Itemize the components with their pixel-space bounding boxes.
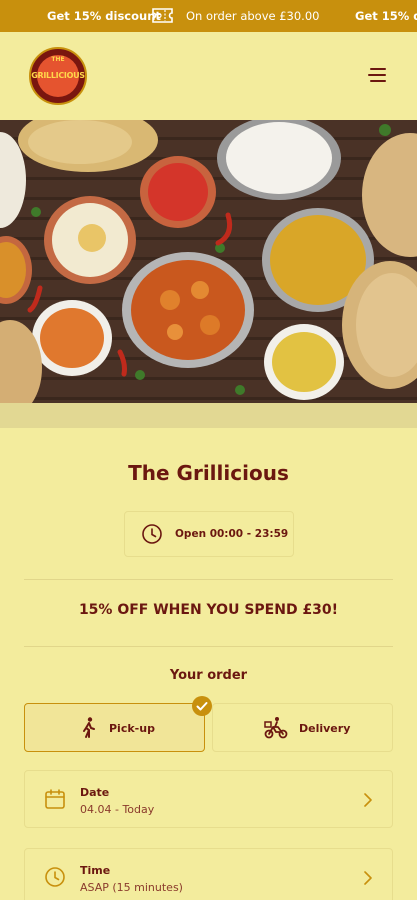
restaurant-name: The Grillicious	[128, 461, 289, 485]
ticket-icon	[152, 8, 173, 23]
hero-bottom-strip	[0, 403, 417, 428]
logo-name: GRILLICIOUS	[31, 71, 85, 80]
time-value: ASAP (15 minutes)	[80, 881, 183, 894]
selected-check-icon	[192, 696, 212, 716]
promo-discount-label-repeat: Get 15% disc	[355, 9, 417, 23]
clock-icon	[142, 524, 162, 544]
promo-offer-text: 15% OFF WHEN YOU SPEND £30!	[78, 602, 339, 618]
date-selector[interactable]: Date 04.04 - Today	[24, 770, 393, 828]
divider	[24, 646, 393, 647]
date-label: Date	[80, 786, 110, 799]
pickup-label: Pick-up	[109, 722, 155, 735]
hero-food-image	[0, 120, 417, 403]
opening-hours-text: Open 00:00 - 23:59	[175, 528, 289, 540]
your-order-heading: Your order	[169, 668, 248, 683]
promo-condition: On order above £30.00	[186, 9, 320, 23]
chevron-right-icon	[364, 793, 372, 807]
promo-banner: Get 15% discount On order above £30.00 G…	[0, 0, 417, 32]
food-illustration	[0, 120, 417, 403]
restaurant-logo[interactable]: THE GRILLICIOUS	[29, 47, 87, 105]
header: THE GRILLICIOUS	[0, 32, 417, 120]
hamburger-menu-icon[interactable]	[368, 67, 388, 83]
promo-discount-label: Get 15% discount	[47, 9, 161, 23]
delivery-option[interactable]: Delivery	[212, 703, 393, 752]
pickup-option[interactable]: Pick-up	[24, 703, 205, 752]
walking-person-icon	[83, 717, 95, 738]
delivery-bike-icon	[264, 717, 288, 739]
date-value: 04.04 - Today	[80, 803, 155, 816]
divider	[24, 579, 393, 580]
clock-icon	[45, 867, 65, 887]
delivery-label: Delivery	[299, 722, 351, 735]
logo-the: THE	[51, 56, 65, 63]
chevron-right-icon	[364, 871, 372, 885]
time-selector[interactable]: Time ASAP (15 minutes)	[24, 848, 393, 900]
opening-hours-badge: Open 00:00 - 23:59	[124, 511, 294, 557]
calendar-icon	[45, 789, 65, 809]
time-label: Time	[80, 864, 111, 877]
